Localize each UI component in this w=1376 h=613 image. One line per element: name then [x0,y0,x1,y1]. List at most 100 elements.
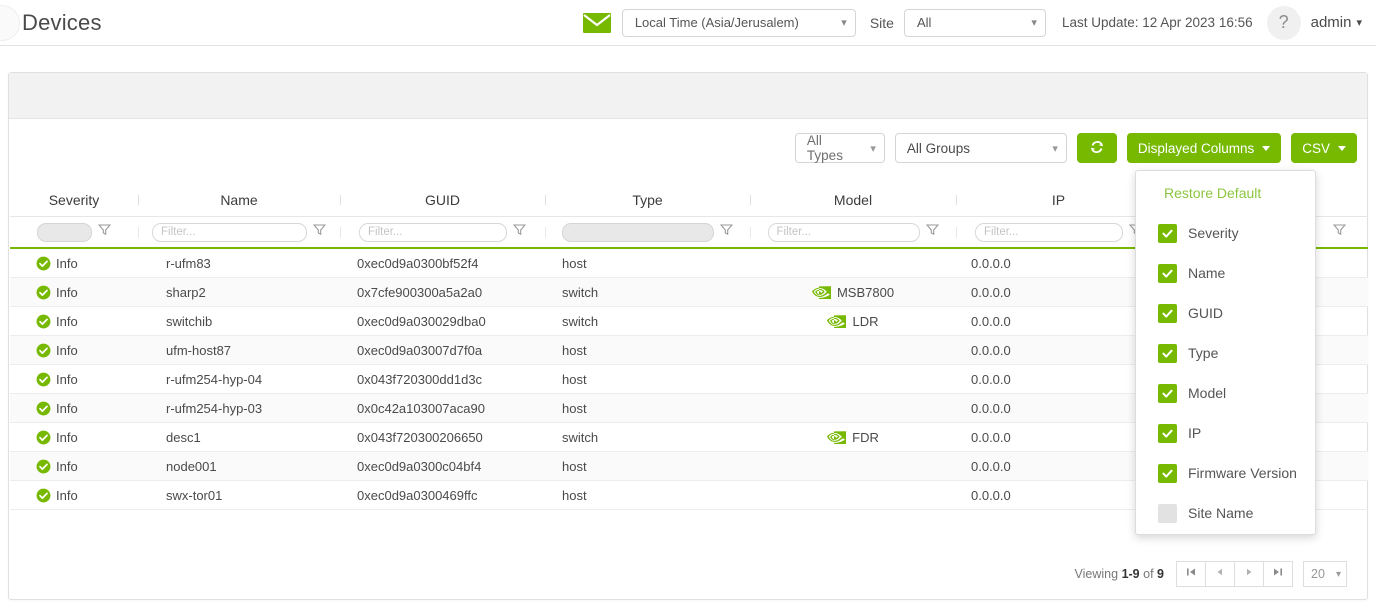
filter-input-severity[interactable] [37,223,92,242]
cell-name: r-ufm83 [138,256,340,271]
column-toggle-site-name[interactable]: Site Name [1136,493,1315,533]
funnel-icon[interactable] [513,223,526,241]
cell-guid: 0xec0d9a030029dba0 [340,314,545,329]
checkbox-icon[interactable] [1158,224,1177,243]
envelope-icon[interactable] [582,12,612,34]
devices-page: Devices Local Time (Asia/Jerusalem) ▾ Si… [0,0,1376,613]
chevron-down-icon: ▾ [1336,569,1341,580]
filter-cell-guid [340,223,545,242]
last-page-icon [1272,565,1284,583]
column-toggle-type[interactable]: Type [1136,333,1315,373]
pagination-prev-button[interactable] [1205,561,1235,587]
checkbox-icon[interactable] [1158,304,1177,323]
column-toggle-severity[interactable]: Severity [1136,213,1315,253]
caret-down-icon [1262,146,1270,151]
all-groups-select[interactable]: All Groups ▾ [895,133,1067,163]
column-toggle-model[interactable]: Model [1136,373,1315,413]
restore-default-link[interactable]: Restore Default [1136,185,1315,213]
cell-guid: 0x0c42a103007aca90 [340,401,545,416]
page-title: Devices [22,10,102,36]
checkbox-icon[interactable] [1158,264,1177,283]
funnel-icon[interactable] [926,223,939,241]
displayed-columns-label: Displayed Columns [1138,141,1254,156]
cell-severity: Info [10,343,138,358]
column-header-type[interactable]: Type [545,192,750,208]
funnel-icon[interactable] [98,223,111,241]
filter-input-ip[interactable] [975,223,1123,242]
timezone-select[interactable]: Local Time (Asia/Jerusalem) ▾ [622,9,856,37]
filter-input-guid[interactable] [359,223,507,242]
severity-label: Info [56,285,78,300]
filter-input-model[interactable] [768,223,920,242]
displayed-columns-menu: Restore Default Severity Name GUID TypeMode… [1135,170,1316,535]
pagination-first-button[interactable] [1176,561,1206,587]
cell-severity: Info [10,430,138,445]
column-header-name[interactable]: Name [138,192,340,208]
site-select[interactable]: All ▾ [904,9,1046,37]
cell-name: r-ufm254-hyp-04 [138,372,340,387]
funnel-icon[interactable] [313,223,326,241]
cell-ip: 0.0.0.0 [956,343,1161,358]
severity-info-icon [36,343,51,358]
first-page-icon [1185,565,1197,583]
filter-input-name[interactable] [152,223,307,242]
all-types-select[interactable]: All Types ▾ [795,133,885,163]
checkbox-icon[interactable] [1158,424,1177,443]
severity-info-icon [36,256,51,271]
refresh-button[interactable] [1077,133,1117,163]
nav-toggle-button[interactable] [0,5,20,41]
user-menu[interactable]: admin ▾ [1311,14,1362,31]
filter-cell-type [545,223,750,242]
help-icon: ? [1279,12,1289,33]
column-header-model[interactable]: Model [750,192,956,208]
checkbox-icon[interactable] [1158,464,1177,483]
severity-label: Info [56,401,78,416]
column-toggle-label: Severity [1188,225,1239,241]
pagination-next-button[interactable] [1234,561,1264,587]
column-header-ip[interactable]: IP [956,192,1161,208]
displayed-columns-list: Severity Name GUID TypeModelIPFirmware Vers… [1136,213,1315,533]
severity-info-icon [36,372,51,387]
column-toggle-firmware-version[interactable]: Firmware Version [1136,453,1315,493]
column-header-severity[interactable]: Severity [10,192,138,208]
column-toggle-label: GUID [1188,305,1223,321]
cell-type: host [545,459,750,474]
cell-severity: Info [10,372,138,387]
filter-cell-ip [956,223,1161,242]
all-types-value: All Types [807,133,858,163]
cell-guid: 0x7cfe900300a5a2a0 [340,285,545,300]
page-size-select[interactable]: 20 ▾ [1303,561,1347,587]
page-size-value: 20 [1311,567,1325,581]
column-toggle-ip[interactable]: IP [1136,413,1315,453]
column-header-guid[interactable]: GUID [340,192,545,208]
csv-button[interactable]: CSV [1291,133,1357,163]
last-update-text: Last Update: 12 Apr 2023 16:56 [1062,15,1253,30]
table-footer: Viewing 1-9 of 9 [9,561,1369,587]
checkbox-icon[interactable] [1158,344,1177,363]
site-value: All [917,15,931,30]
column-toggle-guid[interactable]: GUID [1136,293,1315,333]
help-button[interactable]: ? [1267,6,1301,40]
card-header-strip [9,73,1367,119]
cell-guid: 0xec0d9a0300c04bf4 [340,459,545,474]
csv-label: CSV [1302,141,1330,156]
filter-input-type[interactable] [562,223,714,242]
checkbox-icon[interactable] [1158,384,1177,403]
funnel-icon[interactable] [720,223,733,241]
severity-label: Info [56,459,78,474]
funnel-icon[interactable] [1333,223,1346,241]
cell-guid: 0xec0d9a0300bf52f4 [340,256,545,271]
model-label: LDR [852,314,878,329]
displayed-columns-button[interactable]: Displayed Columns [1127,133,1281,163]
column-toggle-name[interactable]: Name [1136,253,1315,293]
model-label: FDR [852,430,879,445]
cell-guid: 0x043f720300dd1d3c [340,372,545,387]
checkbox-icon[interactable] [1158,504,1177,523]
pagination-last-button[interactable] [1263,561,1293,587]
severity-info-icon [36,401,51,416]
filter-cell-model [750,223,956,242]
nvidia-logo-icon [812,286,831,299]
cell-name: r-ufm254-hyp-03 [138,401,340,416]
severity-label: Info [56,256,78,271]
cell-severity: Info [10,488,138,503]
